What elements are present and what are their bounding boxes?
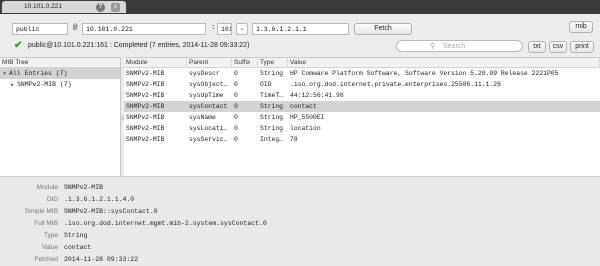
oid-input[interactable]: 1.3.6.1.2.1.1 — [252, 23, 349, 35]
cell-type: TimeT… — [260, 92, 284, 99]
cell-module: SNMPv2-MIB — [126, 125, 165, 132]
column-header-value[interactable]: Value — [288, 58, 600, 68]
cell-module: SNMPv2-MIB — [126, 114, 165, 121]
cell-parent: sysContact — [189, 103, 228, 110]
cell-value: contact — [290, 103, 317, 110]
cell-value: HP_5500EI — [290, 114, 325, 121]
cell-suffix: 0 — [234, 92, 238, 99]
cell-module: SNMPv2-MIB — [126, 136, 165, 143]
cell-parent: sysObject… — [189, 81, 228, 88]
cell-value: HP Comware Platform Software, Software V… — [290, 70, 559, 77]
print-button[interactable]: print — [570, 41, 594, 53]
tree-item-all-entries[interactable]: ▼ All Entries (7) — [0, 68, 120, 79]
cell-suffix: 0 — [234, 125, 238, 132]
results-table: Module Parent Suffix Type Value SNMPv2-M… — [124, 57, 600, 176]
detail-panel: Module SNMPv2-MIB OID .1.3.6.1.2.1.1.4.0… — [0, 176, 600, 266]
table-row[interactable]: SNMPv2-MIB sysLocati… 0 String location — [124, 123, 600, 134]
table-row-selected[interactable]: SNMPv2-MIB sysContact 0 String contact — [124, 101, 600, 112]
cell-parent: sysName — [189, 114, 216, 121]
oid-dropdown-button[interactable]: ⌄ — [236, 23, 248, 35]
detail-value-type: String — [64, 232, 88, 239]
detail-value-module: SNMPv2-MIB — [64, 184, 104, 191]
chevron-down-icon: ⌄ — [239, 26, 245, 32]
cell-value: 78 — [290, 136, 298, 143]
cell-parent: sysDescr — [189, 70, 220, 77]
export-txt-button[interactable]: txt — [528, 41, 546, 53]
table-header: Module Parent Suffix Type Value — [124, 58, 600, 68]
detail-value-full-mib: .iso.org.dod.internet.mgmt.mib-2.system.… — [64, 220, 267, 227]
tab-bar: 10.101.0.221 ? x — [0, 0, 600, 14]
close-tab-icon[interactable]: x — [111, 3, 120, 12]
tab-title: 10.101.0.221 — [24, 3, 62, 10]
cell-parent: sysServic… — [189, 136, 228, 143]
cell-module: SNMPv2-MIB — [126, 81, 165, 88]
cell-type: String — [260, 114, 284, 121]
checkmark-icon: ✔ — [14, 40, 23, 51]
at-separator: @ — [73, 24, 78, 32]
cell-value: 44:12:56:41.98 — [290, 92, 344, 99]
mib-button[interactable]: mib — [569, 21, 593, 33]
export-csv-button[interactable]: csv — [549, 41, 567, 53]
port-input[interactable]: 161 — [217, 23, 232, 35]
help-icon[interactable]: ? — [96, 3, 105, 12]
cell-module: SNMPv2-MIB — [126, 92, 165, 99]
detail-label-full-mib: Full MIB — [34, 220, 58, 227]
cell-parent: sysLocati… — [189, 125, 228, 132]
search-field[interactable]: ⚲ Search — [396, 40, 523, 52]
detail-value-oid: .1.3.6.1.2.1.1.4.0 — [64, 196, 135, 203]
column-header-parent[interactable]: Parent — [187, 58, 232, 68]
community-input[interactable]: public — [12, 23, 68, 35]
mib-tree-panel: MIB Tree ▼ All Entries (7) ▶ SNMPv2-MIB (7… — [0, 57, 121, 176]
column-header-module[interactable]: Module — [124, 58, 187, 68]
cell-module: SNMPv2-MIB — [126, 103, 165, 110]
cell-suffix: 0 — [234, 81, 238, 88]
search-placeholder: Search — [443, 43, 466, 50]
status-text: public@10.101.0.221:161 : Completed (7 e… — [28, 42, 250, 49]
cell-suffix: 0 — [234, 70, 238, 77]
detail-label-simple-mib: Simple MIB — [24, 208, 58, 215]
table-row[interactable]: SNMPv2-MIB sysName 0 String HP_5500EI — [124, 112, 600, 123]
detail-label-type: Type — [43, 232, 58, 239]
cell-type: OID — [260, 81, 272, 88]
detail-label-module: Module — [36, 184, 58, 191]
detail-value-value: contact — [64, 244, 92, 251]
host-input[interactable]: 10.101.0.221 — [82, 23, 206, 35]
cell-type: String — [260, 70, 284, 77]
detail-label-fetched: Fetched — [34, 256, 59, 263]
column-header-type[interactable]: Type — [258, 58, 288, 68]
cell-type: String — [260, 103, 284, 110]
cell-value: location — [290, 125, 321, 132]
detail-label-oid: OID — [46, 196, 58, 203]
tree-item-label: All Entries (7) — [9, 70, 68, 77]
tree-item-snmpv2-mib[interactable]: ▶ SNMPv2-MIB (7) — [0, 79, 120, 90]
table-row[interactable]: SNMPv2-MIB sysUpTime 0 TimeT… 44:12:56:4… — [124, 90, 600, 101]
fetch-button[interactable]: Fetch — [354, 23, 412, 35]
cell-suffix: 0 — [234, 136, 238, 143]
disclosure-collapsed-icon[interactable]: ▶ — [8, 80, 17, 91]
cell-module: SNMPv2-MIB — [126, 70, 165, 77]
search-icon: ⚲ — [430, 43, 436, 50]
detail-label-value: Value — [41, 244, 58, 251]
column-header-suffix[interactable]: Suffix — [232, 58, 258, 68]
tree-item-label: SNMPv2-MIB (7) — [17, 81, 72, 88]
cell-type: String — [260, 125, 284, 132]
table-row[interactable]: SNMPv2-MIB sysDescr 0 String HP Comware … — [124, 68, 600, 79]
port-separator: : — [211, 24, 216, 32]
mib-tree-header: MIB Tree — [0, 58, 120, 68]
cell-type: Integ… — [260, 136, 284, 143]
cell-suffix: 0 — [234, 103, 238, 110]
detail-value-simple-mib: SNMPv2-MIB::sysContact.0 — [64, 208, 158, 215]
table-row[interactable]: SNMPv2-MIB sysObject… 0 OID .iso.org.dod… — [124, 79, 600, 90]
cell-value: .iso.org.dod.internet.private.enterprise… — [290, 81, 501, 88]
cell-suffix: 0 — [234, 114, 238, 121]
tab-host[interactable]: 10.101.0.221 ? x — [2, 1, 126, 13]
cell-parent: sysUpTime — [189, 92, 224, 99]
detail-value-fetched: 2014-11-28 09:33:22 — [64, 256, 139, 263]
table-row[interactable]: SNMPv2-MIB sysServic… 0 Integ… 78 — [124, 134, 600, 145]
